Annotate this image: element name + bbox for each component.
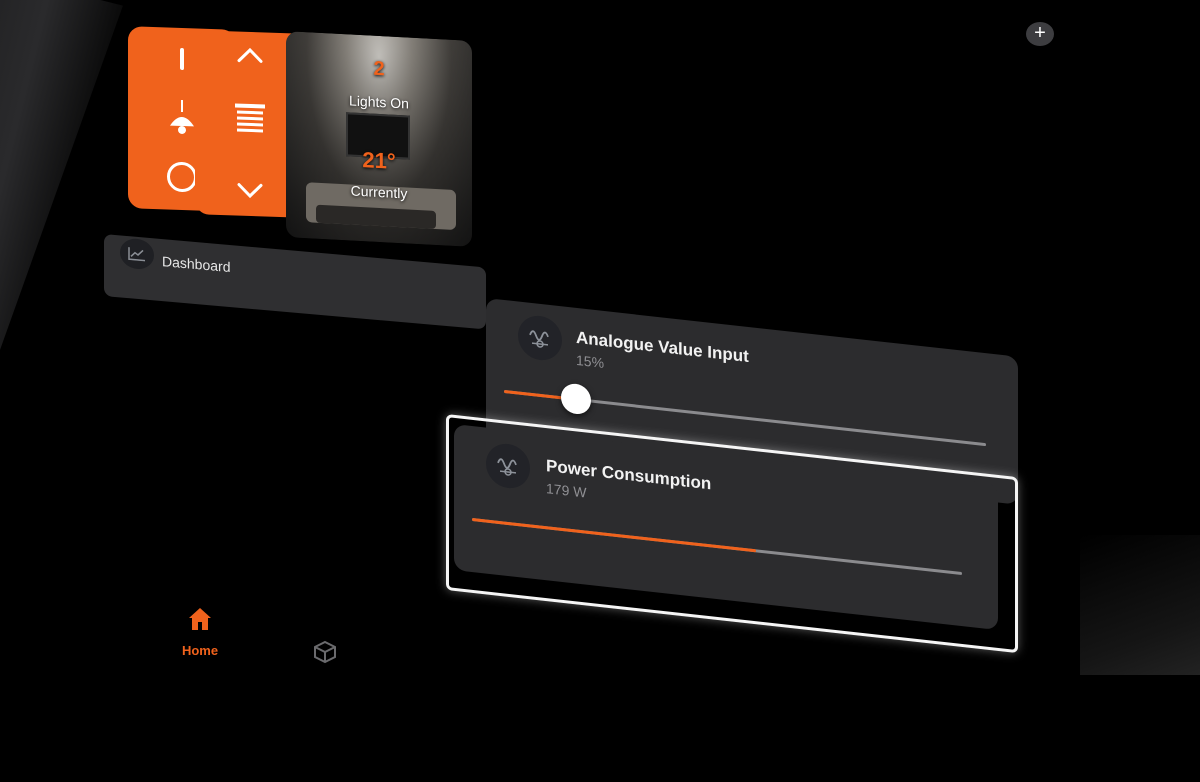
nav-3d-view[interactable] — [312, 640, 338, 666]
home-icon — [189, 608, 211, 630]
device-bezel-corner — [1080, 535, 1200, 675]
current-temperature: 21° — [362, 147, 396, 174]
nav-home[interactable]: Home — [170, 606, 230, 658]
power-on-icon — [180, 47, 184, 71]
analogue-value: 15% — [576, 351, 605, 372]
cube-icon — [314, 640, 336, 664]
chart-line-icon — [120, 237, 154, 271]
room-overview-tile[interactable]: 2 Lights On 21° Currently — [286, 31, 472, 247]
power-off-icon — [167, 161, 197, 193]
app-screen: 2 Lights On 21° Currently Dashboard + An… — [0, 0, 1200, 675]
analogue-signal-icon — [518, 313, 562, 363]
lights-on-count: 2 — [373, 57, 385, 81]
chevron-up-icon — [237, 47, 263, 63]
lights-on-label: Lights On — [349, 92, 409, 112]
add-button[interactable]: + — [1026, 22, 1054, 46]
analogue-slider-handle[interactable] — [561, 382, 592, 416]
dashboard-label: Dashboard — [162, 253, 231, 276]
chevron-down-icon — [237, 183, 263, 199]
nav-home-label: Home — [181, 643, 219, 658]
